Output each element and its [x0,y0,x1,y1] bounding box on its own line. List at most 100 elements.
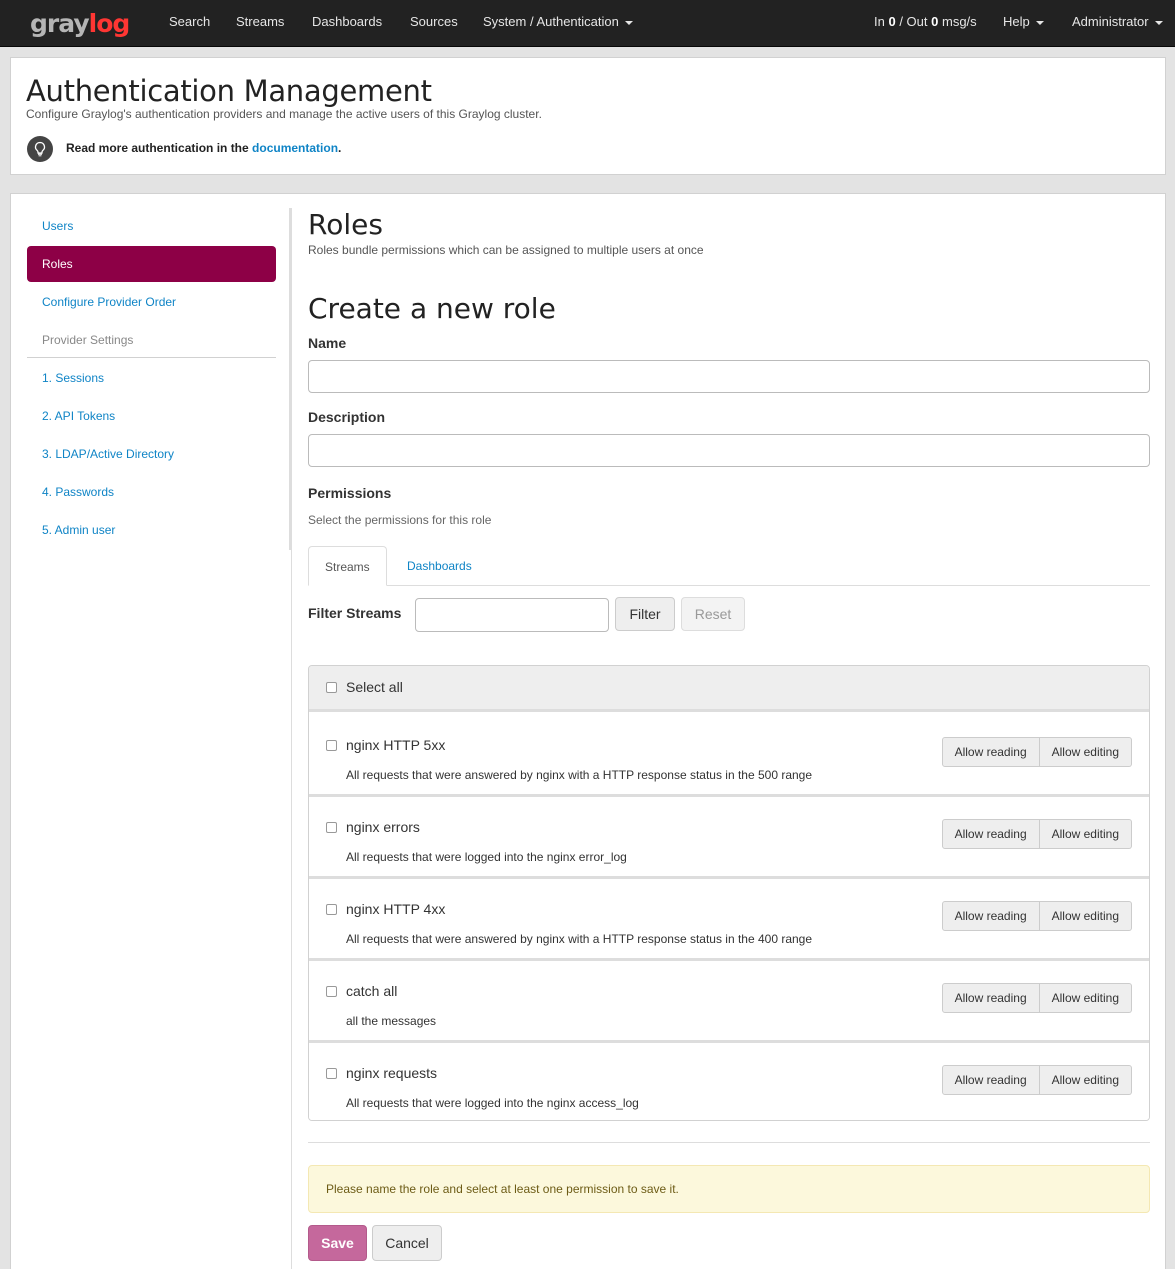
sidebar-item-ldap[interactable]: 3. LDAP/Active Directory [27,436,276,472]
sidebar-item-users[interactable]: Users [27,208,276,244]
filter-streams-input[interactable] [415,598,609,632]
stream-checkbox[interactable] [326,822,337,833]
nav-system-dropdown[interactable]: System / Authentication [483,14,633,29]
sidebar-divider-lower [291,550,292,1269]
stream-description: All requests that were logged into the n… [346,850,627,864]
allow-editing-button[interactable]: Allow editing [1039,819,1132,849]
sidebar-item-passwords[interactable]: 4. Passwords [27,474,276,510]
nav-user-label: Administrator [1072,14,1149,29]
stream-description: All requests that were logged into the n… [346,1096,639,1110]
page-title: Authentication Management [26,74,432,108]
allow-editing-button[interactable]: Allow editing [1039,1065,1132,1095]
validation-alert: Please name the role and select at least… [308,1165,1150,1213]
nav-user-dropdown[interactable]: Administrator [1072,14,1163,29]
nav-streams[interactable]: Streams [236,14,284,29]
page-header-panel: Authentication Management Configure Gray… [10,57,1166,175]
documentation-link[interactable]: documentation [252,141,338,155]
stream-row: catch all all the messages Allow reading… [309,961,1149,1043]
throughput-in-value: 0 [888,14,896,29]
allow-editing-button[interactable]: Allow editing [1039,983,1132,1013]
stream-row: nginx HTTP 4xx All requests that were an… [309,879,1149,961]
filter-button[interactable]: Filter [615,597,675,631]
allow-reading-button[interactable]: Allow reading [941,819,1040,849]
stream-description: All requests that were answered by nginx… [346,768,813,782]
throughput-indicator[interactable]: In 0 / Out 0 msg/s [874,14,977,29]
allow-reading-button[interactable]: Allow reading [941,737,1040,767]
role-description-input[interactable] [308,434,1150,467]
throughput-unit: msg/s [942,14,977,29]
description-label: Description [308,409,386,425]
filter-streams-label: Filter Streams [308,605,402,621]
nav-system-label: System / Authentication [483,14,619,29]
roles-description: Roles bundle permissions which can be as… [308,243,704,257]
sidebar-item-roles[interactable]: Roles [27,246,276,282]
nav-help-dropdown[interactable]: Help [1003,14,1044,29]
sidebar-item-sessions[interactable]: 1. Sessions [27,360,276,396]
nav-search[interactable]: Search [169,14,210,29]
cancel-button[interactable]: Cancel [372,1225,442,1261]
stream-description: all the messages [346,1014,437,1028]
allow-reading-button[interactable]: Allow reading [941,901,1040,931]
lightbulb-icon [27,136,53,162]
allow-reading-button[interactable]: Allow reading [941,1065,1040,1095]
form-divider [308,1142,1150,1143]
stream-checkbox[interactable] [326,986,337,997]
chevron-down-icon [1154,20,1163,25]
doc-note-prefix: Read more authentication in the [66,141,249,155]
chevron-down-icon [624,20,633,25]
throughput-out-value: 0 [931,14,939,29]
auth-sidebar: Users Roles Configure Provider Order Pro… [27,208,276,550]
top-navbar: graylog Search Streams Dashboards Source… [0,0,1175,47]
sidebar-item-configure-provider-order[interactable]: Configure Provider Order [27,284,276,320]
stream-row: nginx errors All requests that were logg… [309,797,1149,879]
tab-streams[interactable]: Streams [308,546,387,586]
allow-editing-button[interactable]: Allow editing [1039,737,1132,767]
main-panel: Users Roles Configure Provider Order Pro… [10,193,1166,1269]
graylog-logo[interactable]: graylog [30,9,131,38]
reset-button[interactable]: Reset [681,597,745,631]
nav-sources[interactable]: Sources [410,14,458,29]
permission-button-group: Allow reading Allow editing [941,737,1132,767]
permissions-help: Select the permissions for this role [308,513,492,527]
stream-checkbox[interactable] [326,740,337,751]
nav-help-label: Help [1003,14,1030,29]
throughput-in-label: In [874,14,885,29]
throughput-out-label: / Out [899,14,928,29]
stream-description: All requests that were answered by nginx… [346,932,813,946]
create-role-title: Create a new role [308,292,556,325]
stream-title: nginx HTTP 5xx [346,737,446,753]
permission-button-group: Allow reading Allow editing [941,983,1132,1013]
select-all-checkbox[interactable] [326,682,337,693]
sidebar-item-admin-user[interactable]: 5. Admin user [27,512,276,548]
select-all-label: Select all [346,679,403,695]
stream-row: nginx requests All requests that were lo… [309,1043,1149,1120]
roles-title: Roles [308,208,383,241]
doc-note-suffix: . [338,141,342,155]
stream-title: nginx requests [346,1065,438,1081]
documentation-note: Read more authentication in the document… [66,141,341,155]
logo-text-red: log [88,9,131,38]
stream-row: nginx HTTP 5xx All requests that were an… [309,715,1149,797]
sidebar-item-api-tokens[interactable]: 2. API Tokens [27,398,276,434]
allow-reading-button[interactable]: Allow reading [941,983,1040,1013]
permission-button-group: Allow reading Allow editing [941,901,1132,931]
permission-button-group: Allow reading Allow editing [941,1065,1132,1095]
permissions-label: Permissions [308,485,392,501]
stream-checkbox[interactable] [326,904,337,915]
stream-checkbox[interactable] [326,1068,337,1079]
stream-title: catch all [346,983,398,999]
select-all-row: Select all [309,666,1149,712]
save-button[interactable]: Save [308,1225,367,1261]
stream-title: nginx errors [346,819,420,835]
sidebar-section-provider-settings: Provider Settings [27,322,276,358]
permission-tabs: Streams Dashboards [308,546,1150,586]
name-label: Name [308,335,347,351]
streams-permission-table: Select all nginx HTTP 5xx All requests t… [308,665,1150,1121]
tab-dashboards[interactable]: Dashboards [391,546,488,586]
chevron-down-icon [1035,20,1044,25]
sidebar-divider [289,208,292,550]
allow-editing-button[interactable]: Allow editing [1039,901,1132,931]
role-name-input[interactable] [308,360,1150,393]
nav-dashboards[interactable]: Dashboards [312,14,382,29]
logo-text-gray: gray [30,9,90,38]
